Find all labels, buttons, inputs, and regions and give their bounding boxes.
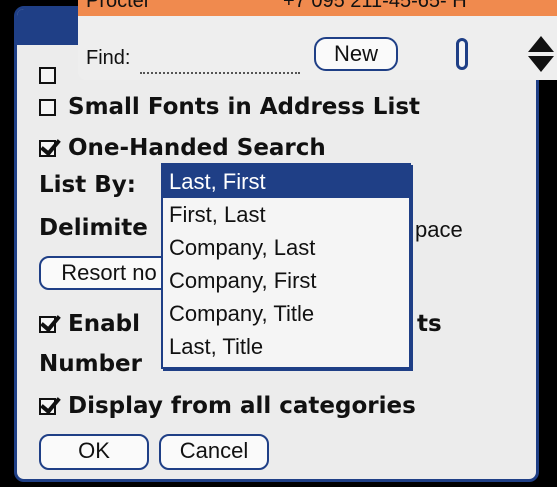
scroll-arrows[interactable] (528, 34, 556, 74)
cancel-button[interactable]: Cancel (159, 434, 269, 470)
popup-option-first-last[interactable]: First, Last (163, 198, 409, 231)
record-name: Procter (86, 0, 151, 12)
find-label: Find: (86, 47, 131, 69)
record-phone: +7 095 211-45-65- H (283, 0, 467, 12)
list-by-popup[interactable]: Last, First First, Last Company, Last Co… (161, 163, 411, 369)
highlighted-record-row[interactable]: Procter +7 095 211-45-65- H (78, 0, 557, 16)
display-all-row[interactable]: Display from all categories (39, 393, 416, 419)
ok-button[interactable]: OK (39, 434, 149, 470)
small-fonts-label: Small Fonts in Address List (68, 94, 421, 120)
hidden-option-checkbox[interactable] (39, 67, 56, 84)
small-fonts-checkbox[interactable] (39, 98, 56, 116)
delimiter-label: Delimite (39, 215, 148, 241)
display-all-checkbox[interactable] (39, 397, 56, 415)
hidden-option-row[interactable] (39, 67, 68, 84)
enable-label: Enabl (68, 311, 140, 337)
enable-label-tail: ts (417, 311, 442, 337)
list-by-label: List By: (39, 172, 136, 198)
one-handed-row[interactable]: One-Handed Search (39, 135, 326, 161)
new-button[interactable]: New (314, 37, 398, 71)
scroll-down-icon[interactable] (528, 56, 554, 72)
find-bar-overlay: Procter +7 095 211-45-65- H Find: New (78, 0, 557, 80)
number-row: Number (39, 351, 142, 377)
popup-option-last-first[interactable]: Last, First (163, 165, 409, 198)
delimiter-row: Delimite (39, 215, 148, 241)
number-label: Number (39, 351, 142, 377)
small-fonts-row[interactable]: Small Fonts in Address List (39, 94, 420, 120)
delimiter-value[interactable]: pace (415, 217, 463, 243)
enable-checkbox[interactable] (39, 315, 56, 333)
popup-option-last-title[interactable]: Last, Title (163, 330, 409, 363)
pencil-icon[interactable] (456, 38, 468, 70)
find-input[interactable] (140, 72, 300, 74)
list-by-row: List By: (39, 172, 136, 198)
resort-now-button[interactable]: Resort no (39, 256, 179, 290)
one-handed-checkbox[interactable] (39, 139, 56, 157)
popup-option-company-first[interactable]: Company, First (163, 264, 409, 297)
popup-option-company-last[interactable]: Company, Last (163, 231, 409, 264)
popup-option-company-title[interactable]: Company, Title (163, 297, 409, 330)
enable-row[interactable]: Enabl (39, 311, 140, 337)
display-all-label: Display from all categories (68, 393, 416, 419)
one-handed-label: One-Handed Search (68, 135, 326, 161)
scroll-up-icon[interactable] (528, 36, 554, 52)
